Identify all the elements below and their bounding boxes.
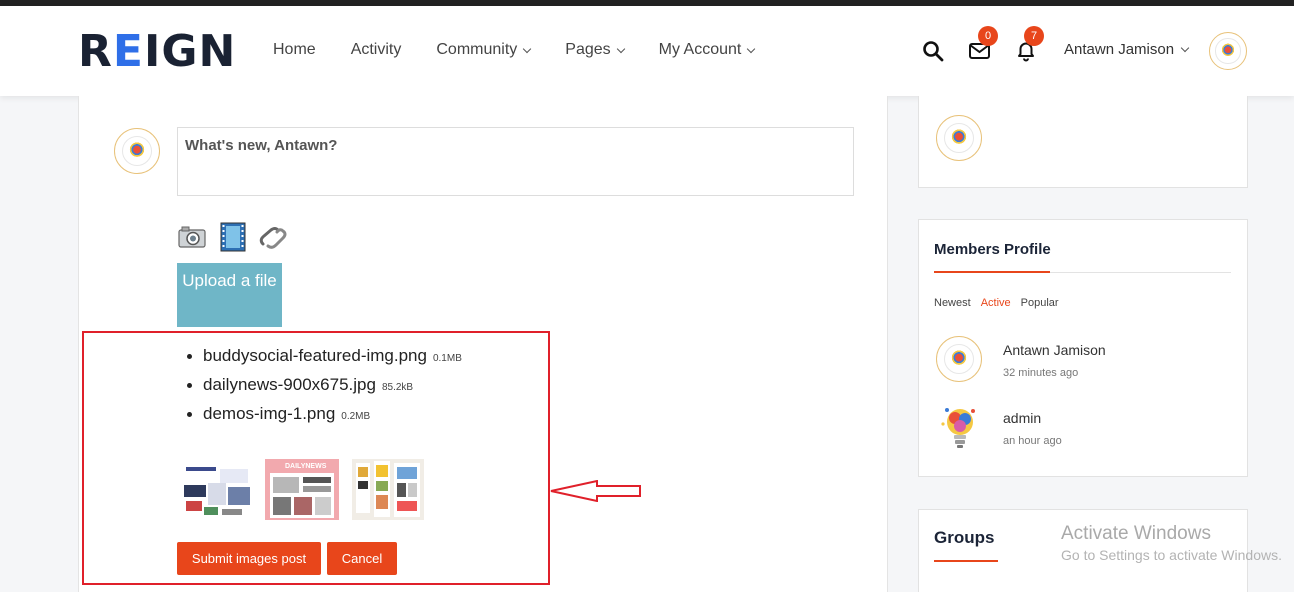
groups-widget-title: Groups <box>934 528 995 547</box>
upload-label: Upload a file <box>182 271 277 290</box>
nav-my-account[interactable]: My Account <box>658 41 756 59</box>
messages-badge: 0 <box>978 26 998 46</box>
chevron-down-icon <box>1180 43 1190 52</box>
chevron-down-icon <box>523 44 532 53</box>
post-placeholder: What's new, Antawn? <box>185 137 338 154</box>
nav-activity[interactable]: Activity <box>351 41 402 59</box>
cancel-label: Cancel <box>341 551 383 566</box>
nav-label: Community <box>436 41 518 58</box>
site-logo[interactable]: REIGN <box>78 30 236 74</box>
site-header: REIGN Home Activity Community Pages My A… <box>0 6 1294 96</box>
notifications-badge: 7 <box>1024 26 1044 46</box>
image-thumbnail[interactable] <box>352 459 424 520</box>
selected-files-list: buddysocial-featured-img.png 0.1MB dailyn… <box>187 346 462 433</box>
film-icon[interactable] <box>218 222 248 252</box>
tab-popular[interactable]: Popular <box>1021 297 1059 309</box>
avatar-image <box>121 135 153 167</box>
nav-pages[interactable]: Pages <box>565 41 625 59</box>
avatar-image <box>1215 38 1241 64</box>
activation-watermark-subtitle: Go to Settings to activate Windows. <box>1061 547 1282 563</box>
file-item: demos-img-1.png 0.2MB <box>187 404 462 433</box>
logo-part: R <box>78 26 113 77</box>
image-thumbnail[interactable] <box>182 459 252 520</box>
title-underline <box>934 560 998 562</box>
member-name[interactable]: admin <box>1003 410 1041 426</box>
member-name[interactable]: Antawn Jamison <box>1003 342 1106 358</box>
submit-label: Submit images post <box>191 551 307 566</box>
arrow-left-icon <box>550 480 641 502</box>
file-name: buddysocial-featured-img.png <box>203 346 427 365</box>
logo-part: IGN <box>143 26 237 77</box>
user-menu[interactable]: Antawn Jamison <box>1064 41 1190 58</box>
member-last-active: 32 minutes ago <box>1003 367 1079 379</box>
submit-images-post-button[interactable]: Submit images post <box>177 542 321 575</box>
poster-avatar <box>114 128 160 174</box>
user-name-label: Antawn Jamison <box>1064 41 1175 58</box>
messages-button[interactable]: 0 <box>968 26 998 67</box>
nav-label: Home <box>273 41 316 58</box>
file-name: dailynews-900x675.jpg <box>203 375 376 394</box>
file-name: demos-img-1.png <box>203 404 336 423</box>
chevron-down-icon <box>747 44 756 53</box>
camera-icon[interactable] <box>177 222 207 252</box>
main-nav: Home Activity Community Pages My Account <box>273 41 789 59</box>
file-size: 0.1MB <box>432 353 462 364</box>
nav-label: Pages <box>565 41 611 58</box>
avatar-image <box>943 343 975 375</box>
nav-label: My Account <box>658 41 742 58</box>
title-underline <box>934 271 1050 273</box>
lightbulb-avatar-icon <box>941 408 975 448</box>
notifications-button[interactable]: 7 <box>1014 26 1044 68</box>
member-last-active: an hour ago <box>1003 435 1062 447</box>
nav-community[interactable]: Community <box>436 41 532 59</box>
search-icon[interactable] <box>922 40 944 67</box>
member-avatar[interactable] <box>938 404 982 450</box>
cancel-button[interactable]: Cancel <box>327 542 397 575</box>
logo-accent-letter: E <box>112 26 144 77</box>
file-size: 85.2kB <box>381 382 414 393</box>
tab-newest[interactable]: Newest <box>934 297 971 309</box>
file-item: buddysocial-featured-img.png 0.1MB <box>187 346 462 375</box>
members-tabs: Newest Active Popular <box>934 297 1069 309</box>
activation-watermark-title: Activate Windows <box>1061 523 1211 544</box>
member-avatar[interactable] <box>936 336 982 382</box>
tab-active[interactable]: Active <box>981 297 1011 309</box>
image-thumbnail[interactable]: DAILYNEWS <box>265 459 339 520</box>
file-item: dailynews-900x675.jpg 85.2kB <box>187 375 462 404</box>
file-size: 0.2MB <box>341 411 371 422</box>
post-input[interactable]: What's new, Antawn? <box>177 127 854 196</box>
nav-label: Activity <box>350 41 402 58</box>
avatar-image <box>943 122 975 154</box>
header-avatar[interactable] <box>1209 32 1247 70</box>
link-icon[interactable] <box>257 222 287 252</box>
chevron-down-icon <box>616 44 625 53</box>
nav-home[interactable]: Home <box>273 41 316 59</box>
thumbnail-caption: DAILYNEWS <box>285 463 327 470</box>
upload-file-button[interactable]: Upload a file <box>177 263 282 327</box>
members-widget-title: Members Profile <box>934 241 1051 258</box>
profile-card-avatar[interactable] <box>936 115 982 161</box>
